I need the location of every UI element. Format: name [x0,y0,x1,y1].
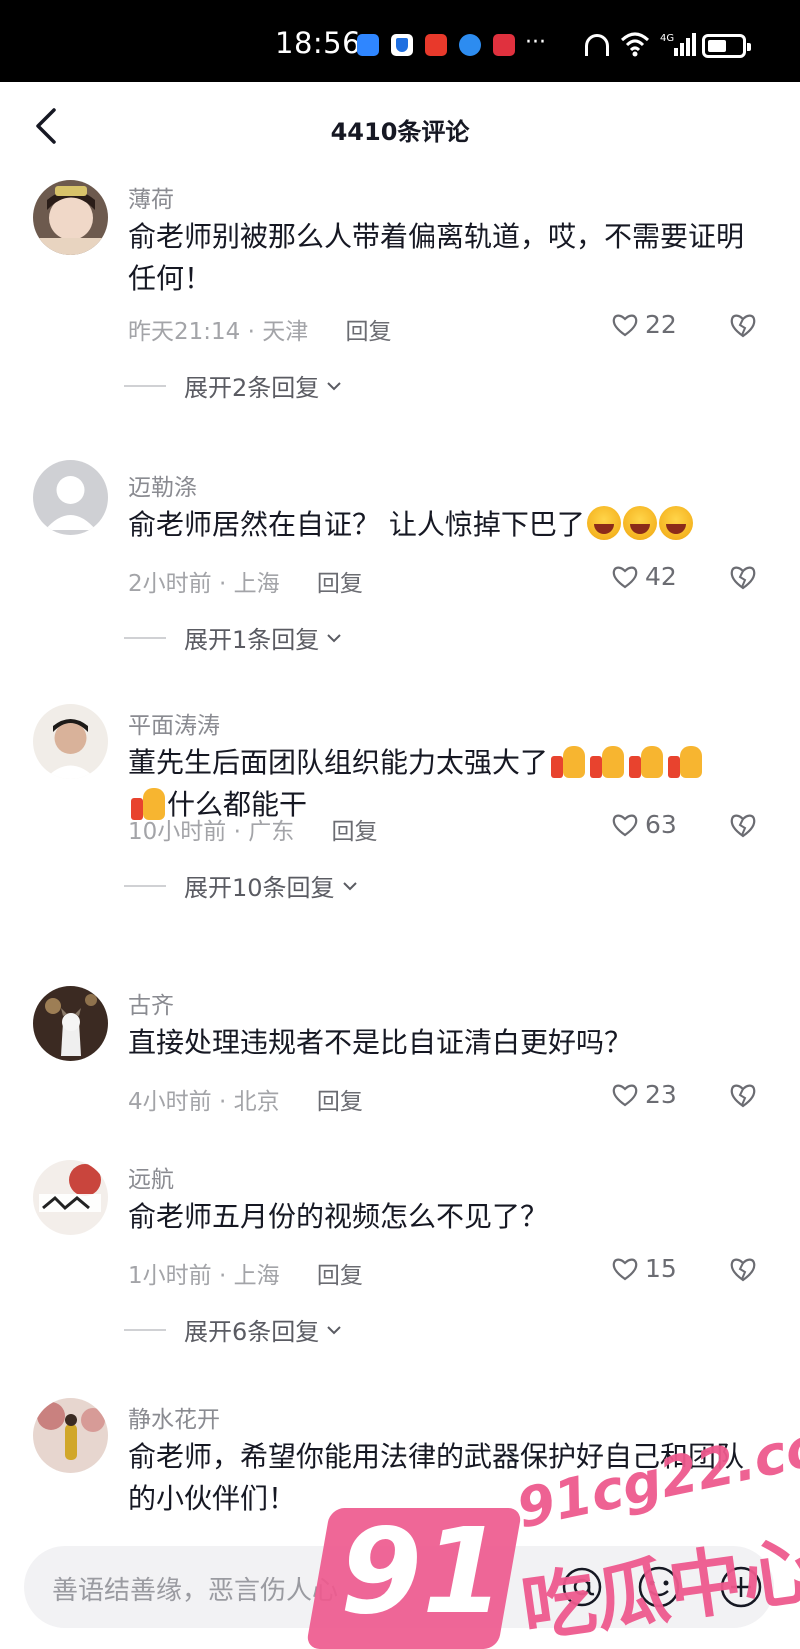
emoji-smile-icon[interactable] [636,1564,682,1610]
expand-replies-label: 展开1条回复 [184,626,320,654]
heart-icon [612,814,638,836]
like-button[interactable]: 15 [611,1254,677,1283]
comment-meta: 昨天21:14 · 天津 回复 [128,319,392,345]
xiaohongshu-notification-icon [493,34,515,56]
thumbs-up-emoji-icon [627,742,665,780]
like-count: 23 [645,1080,677,1109]
reply-button[interactable]: 回复 [317,1089,363,1115]
chevron-down-icon [327,1325,341,1334]
browser-notification-icon [459,34,481,56]
cellular-signal-icon: 4G [660,33,696,56]
comment-location: 天津 [262,319,309,345]
comment-username[interactable]: 静水花开 [128,1400,220,1434]
status-bar: 18:56 ··· 4G [0,0,800,82]
comment-time: 2小时前 [128,571,212,597]
heart-icon [612,1258,638,1280]
thumbs-up-emoji-icon [549,742,587,780]
heart-icon [612,566,638,588]
at-mention-icon[interactable] [559,1564,605,1610]
comment-location: 上海 [233,571,280,597]
chevron-down-icon [327,633,341,642]
avatar[interactable] [33,1398,108,1473]
comment-meta: 4小时前 · 北京 回复 [128,1089,363,1115]
comment-text: 直接处理违规者不是比自证清白更好吗？ [128,1026,633,1059]
heart-icon [612,314,638,336]
shopping-notification-icon [425,34,447,56]
comment-username[interactable]: 迈勒涤 [128,468,197,502]
comment-time: 4小时前 [128,1089,212,1115]
comment-text: 俞老师别被那么人带着偏离轨道，哎，不需要证明任何！ [128,220,745,295]
comment-time: 昨天21:14 [128,319,241,345]
comment-text-body: 俞老师居然在自证？ 让人惊掉下巴了 [128,508,585,541]
expand-replies-label: 展开6条回复 [184,1318,320,1346]
comment-location: 北京 [233,1089,280,1115]
like-button[interactable]: 23 [611,1080,677,1109]
broken-heart-icon[interactable] [728,1080,758,1110]
avatar[interactable] [33,180,108,255]
expand-replies-label: 展开2条回复 [184,374,320,402]
comments-header: 4410条评论 [0,82,800,178]
broken-heart-icon[interactable] [728,562,758,592]
like-button[interactable]: 22 [611,310,677,339]
comment-text: 俞老师，希望你能用法律的武器保护好自己和团队的小伙伴们！ [128,1440,745,1515]
like-button[interactable]: 63 [611,810,677,839]
comment-time: 1小时前 [128,1263,212,1289]
broken-heart-icon[interactable] [728,1254,758,1284]
comment-username[interactable]: 古齐 [128,986,174,1020]
reply-button[interactable]: 回复 [346,319,392,345]
like-count: 63 [645,810,677,839]
like-count: 42 [645,562,677,591]
comment-location: 广东 [248,819,295,845]
message-notification-icon [357,34,379,56]
laughing-crying-emoji-icon [658,506,693,540]
reply-button[interactable]: 回复 [317,1263,363,1289]
avatar[interactable] [33,986,108,1061]
comment-username[interactable]: 远航 [128,1160,174,1194]
like-count: 22 [645,310,677,339]
avatar[interactable] [33,460,108,535]
avatar[interactable] [33,1160,108,1235]
comment-text: 俞老师五月份的视频怎么不见了？ [128,1200,549,1233]
comment-location: 上海 [233,1263,280,1289]
expand-replies-button[interactable]: 展开10条回复 [124,868,359,903]
comment-meta: 2小时前 · 上海 回复 [128,571,363,597]
add-plus-icon[interactable] [718,1564,764,1610]
comment-username[interactable]: 平面涛涛 [128,706,220,740]
expand-replies-label: 展开10条回复 [184,874,335,902]
reply-button[interactable]: 回复 [332,819,378,845]
comment-text-line1: 董先生后面团队组织能力太强大了 [128,746,549,779]
expand-replies-button[interactable]: 展开1条回复 [124,620,343,655]
thumbs-up-emoji-icon [588,742,626,780]
reply-button[interactable]: 回复 [317,571,363,597]
chevron-down-icon [342,881,357,890]
comment-count-title: 4410条评论 [330,118,470,146]
broken-heart-icon[interactable] [728,810,758,840]
battery-icon [702,34,751,58]
comment-text: 俞老师居然在自证？ 让人惊掉下巴了 [128,504,758,546]
comment-input-placeholder[interactable]: 善语结善缘，恶言伤人心 [52,1570,338,1607]
comment-time: 10小时前 [128,819,227,845]
more-notifications-indicator: ··· [525,30,546,55]
like-button[interactable]: 42 [611,562,677,591]
network-type-label: 4G [660,33,674,44]
like-count: 15 [645,1254,677,1283]
comment-input-bar[interactable]: 善语结善缘，恶言伤人心 [24,1546,774,1628]
comment-username[interactable]: 薄荷 [128,180,174,214]
broken-heart-icon[interactable] [728,310,758,340]
security-notification-icon [391,34,413,56]
comment-meta: 10小时前 · 广东 回复 [128,819,378,845]
thumbs-up-emoji-icon [666,742,704,780]
comment-meta: 1小时前 · 上海 回复 [128,1263,363,1289]
data-speed-icon [585,34,609,56]
laughing-crying-emoji-icon [586,506,621,540]
laughing-crying-emoji-icon [622,506,657,540]
chevron-down-icon [327,381,341,390]
status-time: 18:56 [275,26,362,60]
expand-replies-button[interactable]: 展开2条回复 [124,368,343,403]
wifi-icon [620,32,650,57]
heart-icon [612,1084,638,1106]
avatar[interactable] [33,704,108,779]
expand-replies-button[interactable]: 展开6条回复 [124,1312,343,1347]
